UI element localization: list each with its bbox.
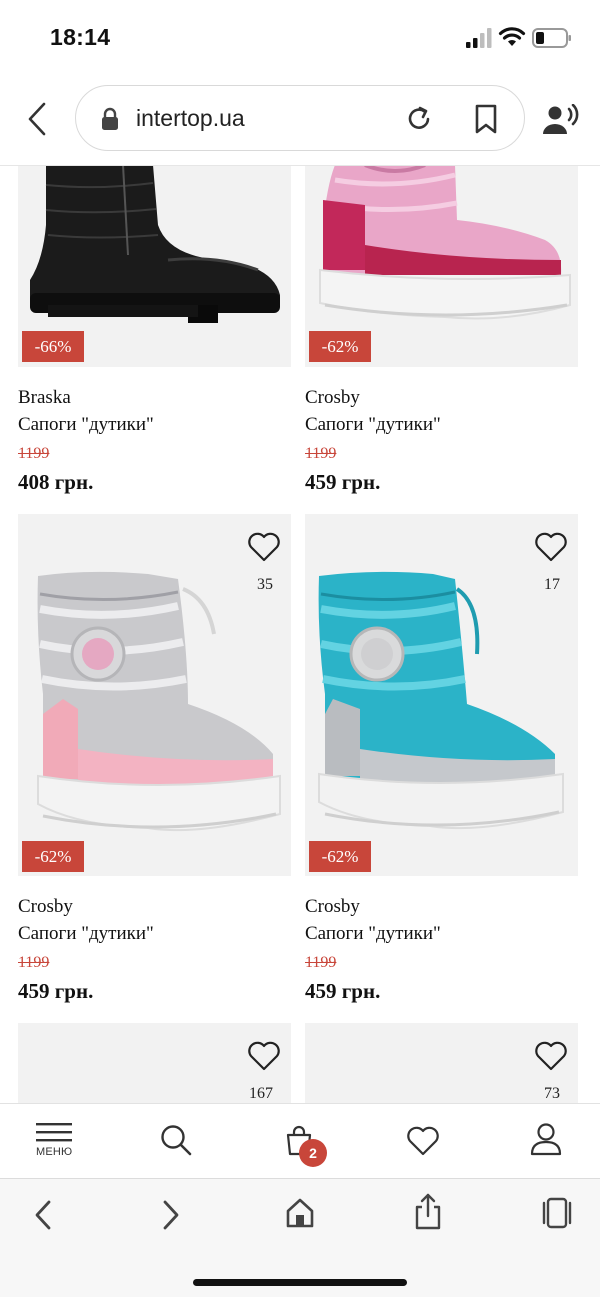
bookmark-icon[interactable] [474,104,498,134]
product-image[interactable]: 35 -62% [18,514,291,876]
product-price: 459 грн. [18,979,94,1003]
heart-icon[interactable] [247,532,281,562]
product-card[interactable]: 167 [18,1023,291,1103]
user-icon[interactable] [530,1122,562,1156]
product-name: Сапоги "дутики" [18,923,154,944]
menu-label: МЕНЮ [36,1146,73,1158]
product-brand: Crosby [305,896,360,917]
product-grid: -66% Braska Сапоги "дутики" 1199 408 грн… [0,166,600,1103]
old-price: 1199 [18,954,50,971]
safari-toolbar [0,1178,600,1297]
heart-icon[interactable] [534,1041,568,1071]
product-image[interactable]: 167 [18,1023,291,1103]
reload-icon[interactable] [404,104,434,134]
address-bar[interactable]: intertop.ua [75,85,525,151]
lock-icon [102,107,118,130]
product-card[interactable]: -62% Crosby Сапоги "дутики" 1199 459 грн… [305,166,578,496]
old-price: 1199 [18,445,50,462]
battery-icon [532,28,571,48]
discount-badge: -62% [309,331,371,362]
search-icon[interactable] [160,1124,192,1156]
cart-count-badge: 2 [299,1139,327,1167]
home-indicator[interactable] [193,1279,407,1286]
product-price: 408 грн. [18,470,94,494]
nav-menu[interactable] [30,1104,80,1179]
product-card[interactable]: -66% Braska Сапоги "дутики" 1199 408 грн… [18,166,291,496]
heart-icon[interactable] [534,532,568,562]
product-card[interactable]: 73 [305,1023,578,1103]
browser-url-row: intertop.ua [0,80,600,160]
discount-badge: -62% [309,841,371,872]
discount-badge: -62% [22,841,84,872]
status-time: 18:14 [50,24,111,50]
status-bar: 18:14 [0,0,600,75]
site-bottom-nav: МЕНЮ 2 [0,1103,600,1178]
wifi-icon [498,27,526,46]
forward-icon[interactable] [160,1199,182,1231]
boot-image [37,571,281,832]
url-text: intertop.ua [136,105,245,131]
menu-icon [36,1123,72,1142]
share-icon[interactable] [414,1193,442,1231]
tabs-icon[interactable] [540,1197,574,1229]
product-image[interactable]: 17 -62% [305,514,578,876]
product-image[interactable]: 73 [305,1023,578,1103]
boot-image [318,571,564,830]
back-icon[interactable] [32,1199,54,1231]
product-name: Сапоги "дутики" [18,414,154,435]
product-card[interactable]: 35 -62% Crosby Сапоги "дутики" 1199 459 … [18,514,291,1005]
product-price: 459 грн. [305,470,381,494]
like-count: 17 [544,576,560,593]
product-name: Сапоги "дутики" [305,414,441,435]
product-image[interactable]: -66% [18,166,291,367]
like-count: 35 [257,576,273,593]
product-card[interactable]: 17 -62% Crosby Сапоги "дутики" 1199 459 … [305,514,578,1005]
old-price: 1199 [305,954,337,971]
product-image[interactable]: -62% [305,166,578,367]
old-price: 1199 [305,445,337,462]
product-price: 459 грн. [305,979,381,1003]
product-brand: Crosby [305,387,360,408]
product-brand: Crosby [18,896,73,917]
product-brand: Braska [18,387,71,408]
like-count: 73 [544,1085,560,1102]
heart-icon[interactable] [247,1041,281,1071]
product-name: Сапоги "дутики" [305,923,441,944]
chevron-left-icon[interactable] [22,100,52,138]
cellular-signal-icon [466,28,492,48]
like-count: 167 [249,1085,273,1102]
heart-icon[interactable] [406,1126,440,1156]
discount-badge: -66% [22,331,84,362]
home-icon[interactable] [285,1197,315,1229]
speaker-icon[interactable] [543,104,581,136]
